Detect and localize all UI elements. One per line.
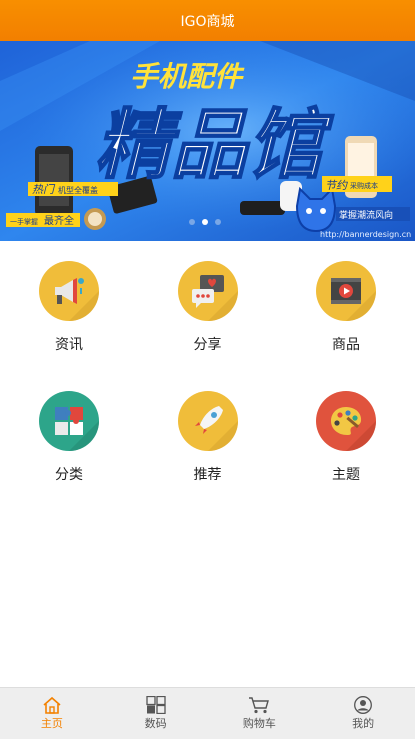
feature-news[interactable]: 资讯 xyxy=(0,241,138,371)
video-play-icon xyxy=(316,261,376,321)
app-header: IGO商城 xyxy=(0,0,415,41)
tab-home[interactable]: 主页 xyxy=(0,688,104,739)
tab-cart[interactable]: 购物车 xyxy=(208,688,312,739)
grid-icon xyxy=(145,696,166,714)
megaphone-icon xyxy=(39,261,99,321)
banner-tag-save-sub: 采购成本 xyxy=(350,181,378,190)
feature-products-label: 商品 xyxy=(332,337,360,353)
feature-recommend-label: 推荐 xyxy=(193,467,222,483)
feature-share[interactable]: 分享 xyxy=(138,241,277,371)
promo-banner[interactable]: 手机配件 精品馆 热门 机型全覆盖 一手掌握 最齐全 节约 采购成本 掌握潮流风… xyxy=(0,41,415,241)
rocket-icon xyxy=(177,391,238,451)
banner-tag-complete: 最齐全 xyxy=(44,214,74,227)
bottom-tab-bar: 主页 数码 购物车 我的 xyxy=(0,687,415,739)
banner-headline-top: 手机配件 xyxy=(130,60,245,93)
tab-profile-label: 我的 xyxy=(352,717,375,730)
feature-products[interactable]: 商品 xyxy=(277,241,415,371)
banner-image: 手机配件 精品馆 热门 机型全覆盖 一手掌握 最齐全 节约 采购成本 掌握潮流风… xyxy=(0,41,415,241)
banner-tag-hot-sub: 机型全覆盖 xyxy=(58,185,98,195)
tab-profile[interactable]: 我的 xyxy=(311,688,415,739)
chat-heart-icon xyxy=(177,261,238,321)
feature-news-label: 资讯 xyxy=(55,337,83,353)
banner-watermark: http://bannerdesign.cn xyxy=(320,230,411,239)
carousel-dot-3 xyxy=(215,219,221,225)
feature-categories-label: 分类 xyxy=(55,467,83,483)
puzzle-icon xyxy=(39,391,99,451)
banner-tag-one-stop: 一手掌握 xyxy=(10,217,38,226)
carousel-dot-1 xyxy=(189,219,195,225)
banner-headline-main: 精品馆 xyxy=(95,100,334,189)
tab-cart-label: 购物车 xyxy=(242,717,276,730)
carousel-dot-2 xyxy=(202,219,208,225)
feature-recommend[interactable]: 推荐 xyxy=(138,371,277,501)
home-icon xyxy=(43,696,61,714)
tab-home-label: 主页 xyxy=(40,717,63,730)
user-icon xyxy=(354,696,373,714)
tab-digital-label: 数码 xyxy=(144,717,167,730)
feature-themes[interactable]: 主题 xyxy=(277,371,415,501)
feature-grid: 资讯 分享 商品 分类 推荐 主题 xyxy=(0,241,415,501)
feature-themes-label: 主题 xyxy=(332,467,360,483)
banner-tag-save: 节约 xyxy=(325,179,348,192)
feature-categories[interactable]: 分类 xyxy=(0,371,138,501)
page-title: IGO商城 xyxy=(180,13,235,30)
palette-icon xyxy=(316,391,376,451)
tab-digital[interactable]: 数码 xyxy=(104,688,208,739)
banner-tag-hot: 热门 xyxy=(32,183,56,196)
cart-icon xyxy=(249,697,270,714)
banner-tag-trend: 掌握潮流风向 xyxy=(339,209,393,221)
feature-share-label: 分享 xyxy=(193,337,222,353)
